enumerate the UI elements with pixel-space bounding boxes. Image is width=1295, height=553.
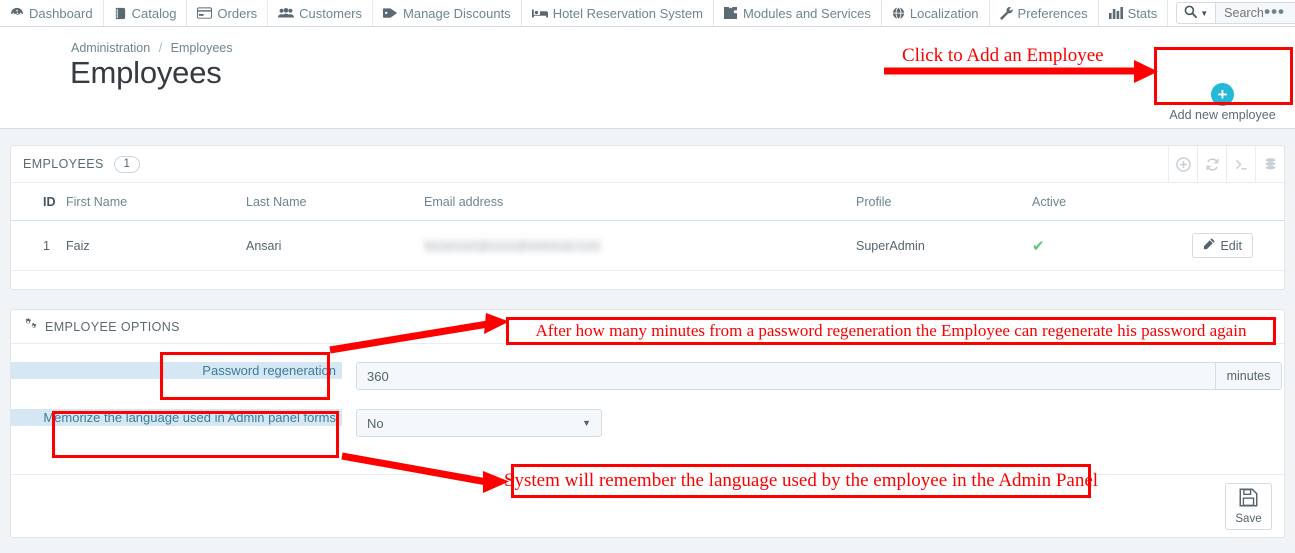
column-header-actions	[1172, 183, 1284, 221]
cell-email: faizansari@xxxx@webmail.com	[424, 220, 856, 271]
nav-item-preferences[interactable]: Preferences	[990, 0, 1099, 26]
nav-label: Localization	[909, 5, 979, 21]
dashboard-icon	[10, 7, 24, 19]
edit-button[interactable]: Edit	[1192, 233, 1253, 258]
sql-console-icon[interactable]	[1226, 146, 1255, 182]
column-header-first-name: First Name	[66, 183, 246, 221]
refresh-icon[interactable]	[1197, 146, 1226, 182]
search-scope-dropdown[interactable]: ▼	[1176, 2, 1216, 24]
page-title: Employees	[70, 55, 222, 90]
cell-active: ✔	[1032, 220, 1172, 271]
employee-options-header: EMPLOYEE OPTIONS	[11, 310, 1284, 344]
column-header-active: Active	[1032, 183, 1172, 221]
cell-last-name: Ansari	[246, 220, 424, 271]
nav-item-customers[interactable]: Customers	[268, 0, 374, 26]
password-regeneration-input-group: minutes	[356, 362, 1282, 390]
save-button[interactable]: Save	[1225, 483, 1272, 530]
employees-table-body: 1 Faiz Ansari faizansari@xxxx@webmail.co…	[11, 220, 1284, 271]
password-regeneration-label: Password regeneration	[11, 362, 342, 379]
page-root: Dashboard Catalog Orders Customers Manag…	[0, 0, 1295, 553]
column-header-id: ID	[11, 183, 66, 221]
wrench-icon	[999, 6, 1013, 20]
overflow-menu-icon[interactable]: •••	[1264, 3, 1285, 20]
nav-item-orders[interactable]: Orders	[187, 0, 269, 26]
nav-item-stats[interactable]: Stats	[1099, 0, 1169, 26]
cell-first-name: Faiz	[66, 220, 246, 271]
edit-label: Edit	[1220, 238, 1242, 253]
nav-item-modules-and-services[interactable]: Modules and Services	[714, 0, 882, 26]
table-row[interactable]: 1 Faiz Ansari faizansari@xxxx@webmail.co…	[11, 220, 1284, 271]
nav-item-localization[interactable]: Localization	[882, 0, 990, 26]
floppy-disk-icon	[1239, 488, 1258, 512]
nav-label: Catalog	[131, 5, 177, 21]
nav-item-dashboard[interactable]: Dashboard	[0, 0, 104, 26]
form-row-password-regeneration: Password regeneration minutes	[11, 362, 1284, 390]
add-new-employee-button[interactable]: + Add new employee	[1159, 78, 1286, 126]
tag-icon	[383, 7, 398, 19]
customers-people-icon	[278, 7, 295, 19]
save-label: Save	[1235, 513, 1262, 525]
memorize-language-select[interactable]: No ▼	[356, 409, 602, 437]
nav-item-catalog[interactable]: Catalog	[104, 0, 188, 26]
page-body: EMPLOYEES 1 ID First Name Last Name Emai…	[0, 129, 1295, 553]
employees-table-head: ID First Name Last Name Email address Pr…	[11, 183, 1284, 221]
chevron-down-icon: ▼	[582, 418, 591, 428]
nav-item-manage-discounts[interactable]: Manage Discounts	[373, 0, 522, 26]
page-header: Administration / Employees Employees + A…	[0, 27, 1295, 129]
plus-circle-icon: +	[1211, 82, 1234, 106]
employees-panel-title: EMPLOYEES	[23, 157, 104, 171]
employees-panel: EMPLOYEES 1 ID First Name Last Name Emai…	[10, 145, 1285, 290]
cell-actions: Edit	[1172, 220, 1284, 271]
employee-options-footer: Save	[11, 474, 1284, 537]
table-header-row: ID First Name Last Name Email address Pr…	[11, 183, 1284, 221]
breadcrumb-separator: /	[158, 41, 163, 55]
employee-options-title: EMPLOYEE OPTIONS	[45, 319, 180, 334]
cell-id: 1	[11, 220, 66, 271]
password-regeneration-input[interactable]	[356, 362, 1216, 390]
top-navigation-bar: Dashboard Catalog Orders Customers Manag…	[0, 0, 1295, 27]
redacted-email: faizansari@xxxx@webmail.com	[424, 238, 601, 253]
nav-label: Modules and Services	[742, 5, 871, 21]
nav-label: Hotel Reservation System	[552, 5, 703, 21]
breadcrumb: Administration / Employees	[71, 41, 233, 55]
memorize-language-label: Memorize the language used in Admin pane…	[11, 409, 342, 426]
chevron-down-icon: ▼	[1200, 8, 1209, 18]
employees-count-badge: 1	[113, 155, 140, 173]
bed-icon	[531, 8, 548, 19]
add-icon[interactable]	[1168, 146, 1197, 182]
employees-panel-toolbar	[1168, 146, 1284, 182]
pencil-icon	[1203, 238, 1216, 253]
column-header-last-name: Last Name	[246, 183, 424, 221]
nav-label: Orders	[217, 5, 258, 21]
column-header-email: Email address	[424, 183, 856, 221]
breadcrumb-employees[interactable]: Employees	[171, 41, 233, 55]
database-icon[interactable]	[1255, 146, 1284, 182]
cogs-icon	[23, 317, 38, 336]
nav-item-hotel-reservation-system[interactable]: Hotel Reservation System	[522, 0, 714, 26]
employee-options-panel: EMPLOYEE OPTIONS Password regeneration m…	[10, 309, 1285, 538]
employees-panel-header: EMPLOYEES 1	[11, 146, 1284, 183]
check-icon: ✔	[1032, 237, 1045, 255]
nav-label: Dashboard	[29, 5, 93, 21]
orders-card-icon	[197, 7, 213, 19]
nav-label: Preferences	[1017, 5, 1088, 21]
globe-icon	[892, 6, 905, 20]
catalog-book-icon	[114, 7, 127, 20]
employees-table: ID First Name Last Name Email address Pr…	[11, 183, 1284, 271]
column-header-profile: Profile	[856, 183, 1032, 221]
nav-label: Stats	[1127, 5, 1158, 21]
puzzle-icon	[723, 7, 738, 19]
search-icon	[1184, 5, 1198, 21]
memorize-language-value: No	[367, 415, 384, 431]
nav-label: Manage Discounts	[403, 5, 511, 21]
bar-chart-icon	[1108, 7, 1123, 19]
cell-profile: SuperAdmin	[856, 220, 1032, 271]
add-new-employee-label: Add new employee	[1169, 107, 1276, 122]
nav-label: Customers	[299, 5, 363, 21]
minutes-addon: minutes	[1216, 362, 1282, 390]
form-row-memorize-language: Memorize the language used in Admin pane…	[11, 409, 651, 437]
breadcrumb-administration[interactable]: Administration	[71, 41, 150, 55]
